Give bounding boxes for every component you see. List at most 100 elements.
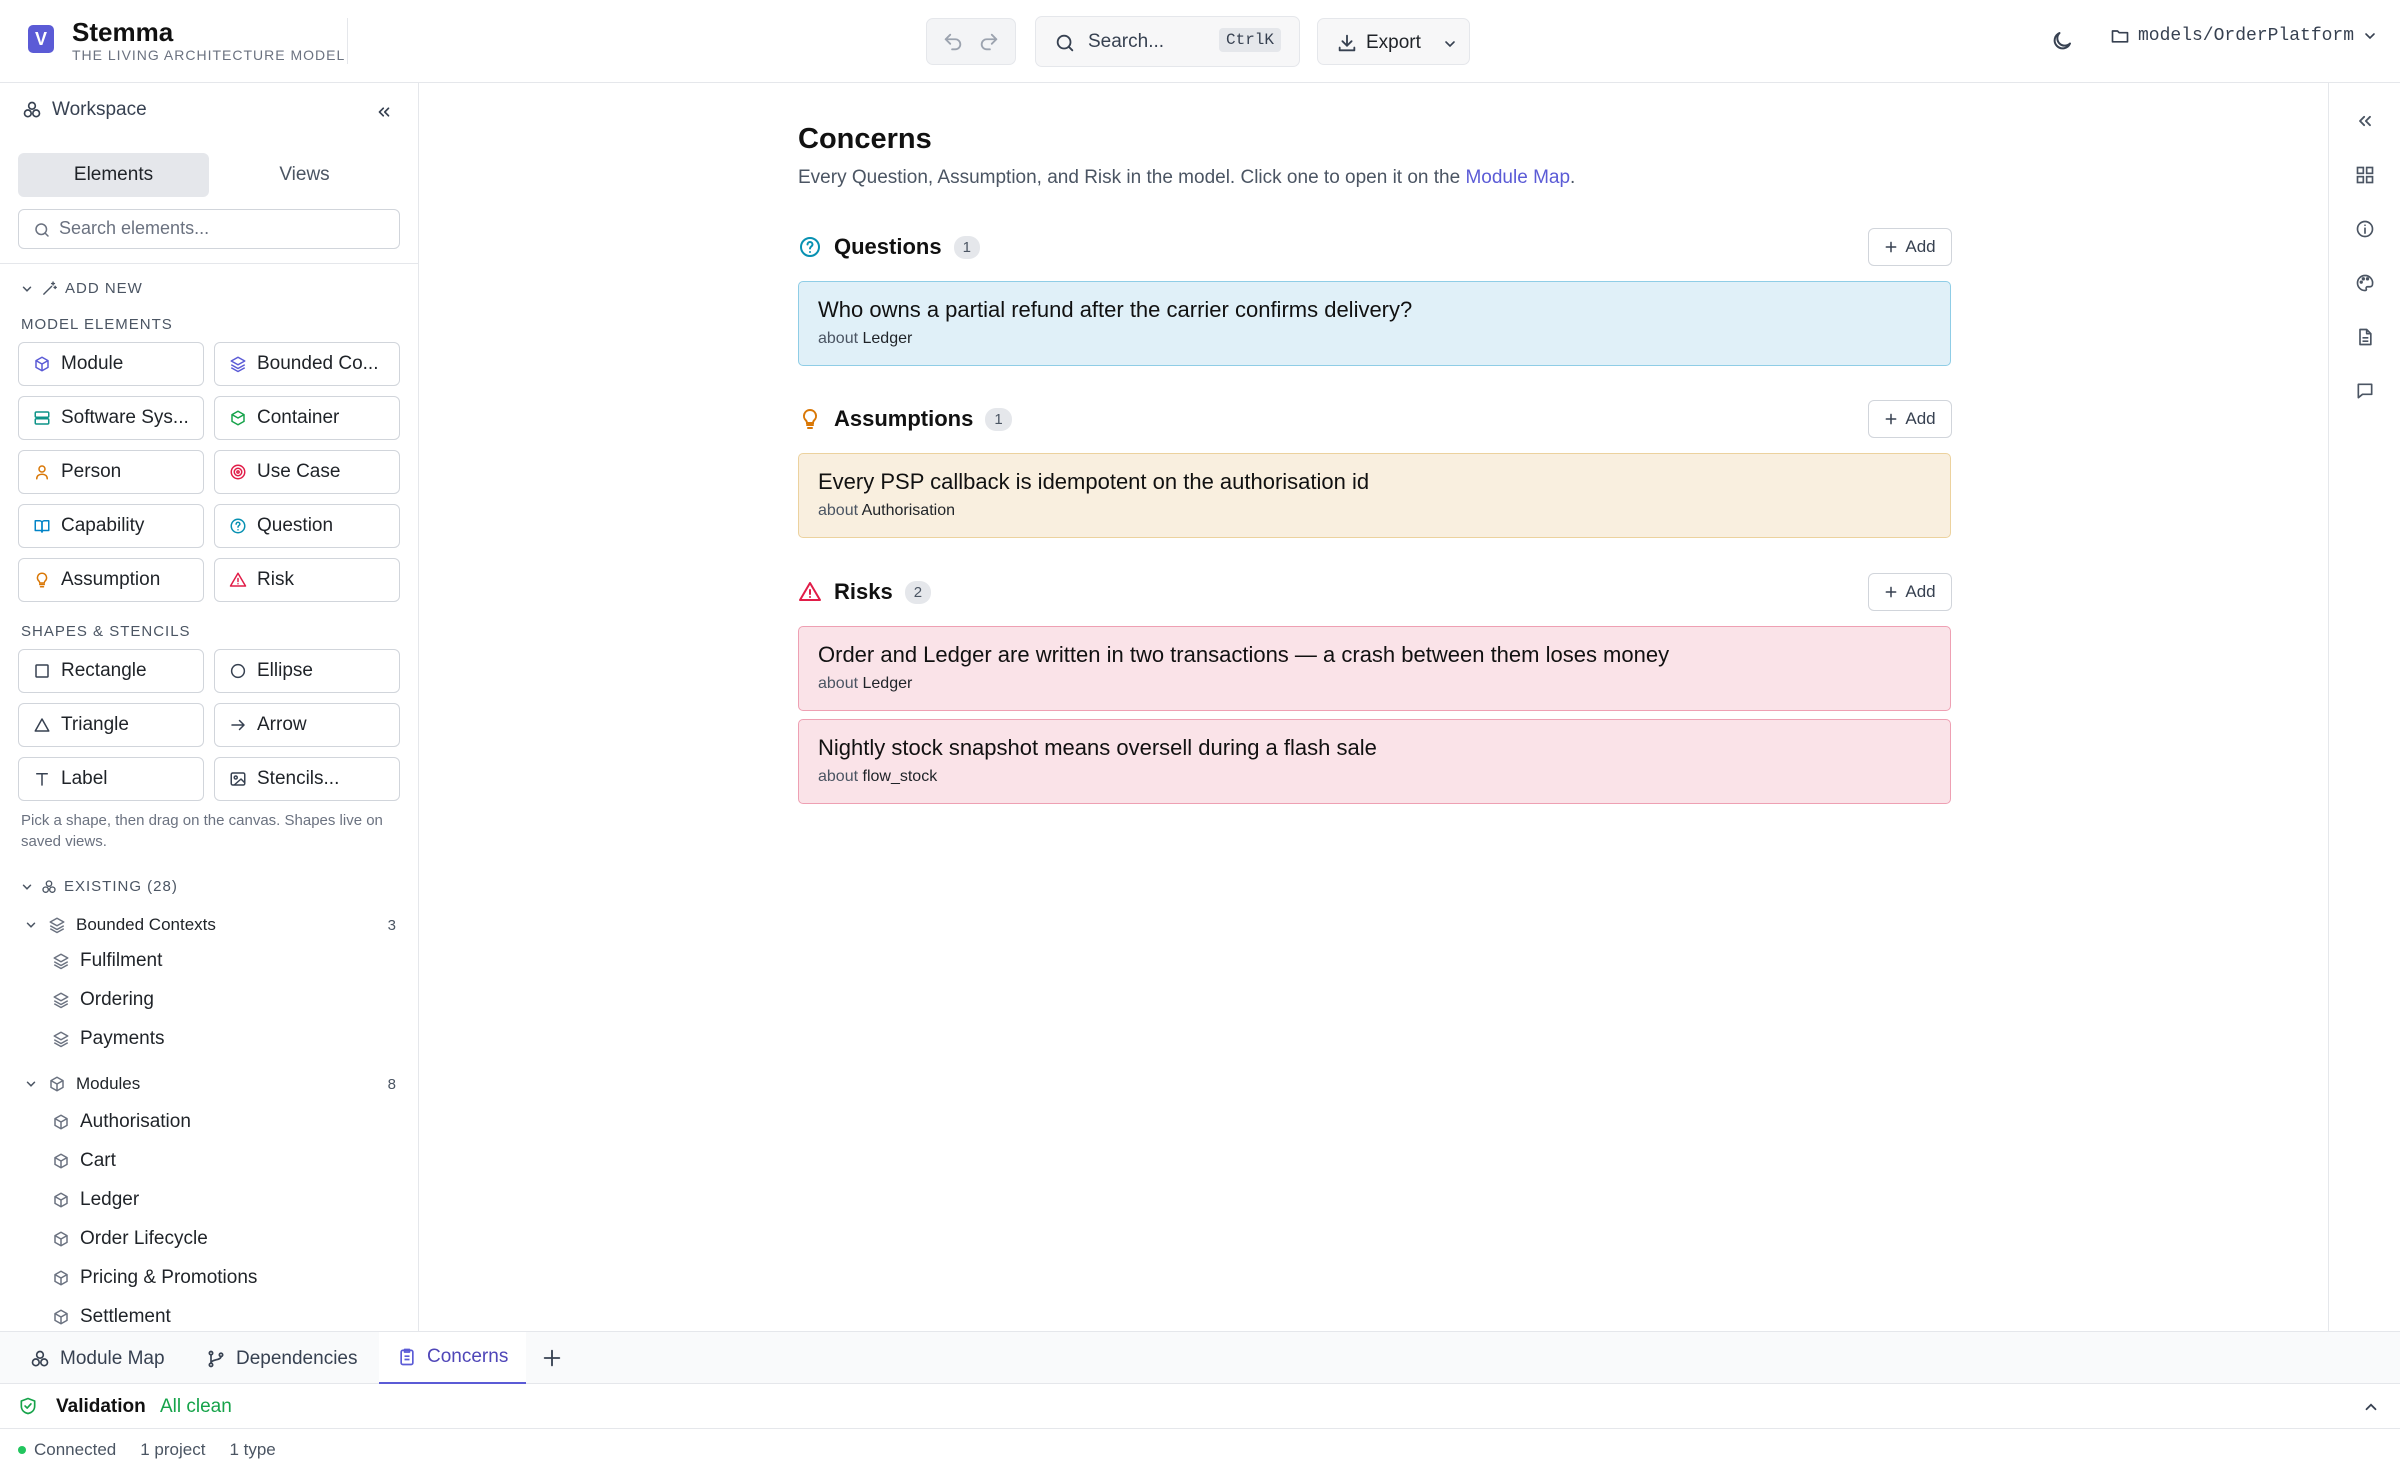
tree-item-authorisation[interactable]: Authorisation: [52, 1111, 191, 1133]
question-icon: [230, 518, 246, 534]
undo-redo-group: [926, 18, 1016, 65]
group-bounded-contexts[interactable]: Bounded Contexts 3: [24, 915, 396, 935]
add-software-system-button[interactable]: Software Sys...: [18, 396, 204, 440]
question-card[interactable]: Who owns a partial refund after the carr…: [798, 281, 1951, 366]
add-question-button[interactable]: Add: [1868, 228, 1952, 266]
existing-toggle[interactable]: EXISTING (28): [20, 878, 178, 895]
tree-item-label: Payments: [80, 1028, 165, 1049]
add-capability-button[interactable]: Capability: [18, 504, 204, 548]
grid-icon[interactable]: [2355, 165, 2375, 185]
group-count: 3: [387, 916, 396, 934]
model-path-selector[interactable]: models/OrderPlatform: [2110, 26, 2378, 46]
group-modules[interactable]: Modules 8: [24, 1074, 396, 1094]
workspace-header: Workspace: [22, 99, 147, 121]
add-ellipse-button[interactable]: Ellipse: [214, 649, 400, 693]
add-new-toggle[interactable]: ADD NEW: [20, 280, 143, 297]
plus-icon: [1885, 586, 1897, 598]
add-assumption-button[interactable]: Add: [1868, 400, 1952, 438]
collapse-sidebar-icon[interactable]: [375, 103, 393, 121]
tab-views[interactable]: Views: [209, 153, 400, 197]
add-triangle-button[interactable]: Triangle: [18, 703, 204, 747]
layers-icon: [53, 1031, 69, 1048]
add-person-button[interactable]: Person: [18, 450, 204, 494]
tree-item-ordering[interactable]: Ordering: [52, 989, 154, 1011]
add-module-button[interactable]: Module: [18, 342, 204, 386]
add-container-button[interactable]: Container: [214, 396, 400, 440]
count-badge: 2: [904, 580, 932, 604]
add-use-case-button[interactable]: Use Case: [214, 450, 400, 494]
risk-card[interactable]: Nightly stock snapshot means oversell du…: [798, 719, 1951, 804]
server-icon: [34, 411, 50, 425]
module-icon: [54, 1114, 68, 1130]
rectangle-icon: [35, 664, 49, 678]
group-label: Modules: [76, 1074, 141, 1093]
tree-item-ledger[interactable]: Ledger: [52, 1189, 139, 1211]
ellipse-icon: [230, 663, 246, 679]
arrow-icon: [231, 719, 245, 731]
tree-item-payments[interactable]: Payments: [52, 1028, 164, 1050]
app-tagline: THE LIVING ARCHITECTURE MODEL: [72, 47, 346, 63]
sidebar-tabs: Elements Views: [18, 153, 400, 197]
element-search: [18, 209, 400, 249]
app-logo[interactable]: V: [28, 25, 54, 53]
group-label: Bounded Contexts: [76, 915, 216, 934]
redo-icon[interactable]: [978, 31, 1000, 53]
image-icon: [230, 772, 246, 786]
export-button[interactable]: Export: [1317, 18, 1470, 65]
about-prefix: about: [818, 330, 859, 347]
undo-icon[interactable]: [942, 31, 964, 53]
about-target: Ledger: [862, 330, 913, 347]
tree-item-label: Cart: [80, 1150, 116, 1171]
add-label-button[interactable]: Label: [18, 757, 204, 801]
module-icon: [54, 1270, 68, 1286]
add-tab-icon[interactable]: [541, 1347, 563, 1369]
subtitle-suffix: .: [1570, 167, 1576, 188]
risk-card[interactable]: Order and Ledger are written in two tran…: [798, 626, 1951, 711]
shield-check-icon: [18, 1396, 38, 1416]
add-assumption-button[interactable]: Assumption: [18, 558, 204, 602]
chevron-up-icon[interactable]: [2362, 1398, 2380, 1416]
right-rail: [2328, 83, 2400, 1331]
tab-label: Dependencies: [236, 1347, 358, 1369]
add-risk-button[interactable]: Risk: [214, 558, 400, 602]
risks-header: Risks 2: [798, 579, 932, 605]
project-count: 1 project: [140, 1439, 206, 1459]
module-map-link[interactable]: Module Map: [1465, 167, 1570, 188]
palette-icon[interactable]: [2355, 273, 2375, 293]
chevron-down-icon: [22, 883, 32, 890]
comment-icon[interactable]: [2355, 381, 2375, 401]
add-bounded-context-button[interactable]: Bounded Co...: [214, 342, 400, 386]
tab-concerns[interactable]: Concerns: [379, 1332, 527, 1385]
tree-item-pricing-promotions[interactable]: Pricing & Promotions: [52, 1267, 257, 1289]
collapse-icon[interactable]: [2355, 111, 2375, 131]
assumption-card[interactable]: Every PSP callback is idempotent on the …: [798, 453, 1951, 538]
document-icon[interactable]: [2355, 327, 2375, 347]
model-elements-title: MODEL ELEMENTS: [21, 316, 173, 333]
tree-item-label: Authorisation: [80, 1111, 191, 1132]
global-search[interactable]: Search... CtrlK: [1035, 16, 1300, 67]
tree-item-settlement[interactable]: Settlement: [52, 1306, 171, 1328]
validation-bar[interactable]: Validation All clean: [0, 1384, 2400, 1429]
tree-item-cart[interactable]: Cart: [52, 1150, 116, 1172]
divider: [0, 263, 418, 264]
chevron-down-icon: [22, 285, 32, 292]
tab-module-map[interactable]: Module Map: [12, 1332, 183, 1385]
tab-elements[interactable]: Elements: [18, 153, 209, 197]
add-question-button[interactable]: Question: [214, 504, 400, 548]
view-tabs: Module Map Dependencies Concerns: [0, 1331, 2400, 1385]
chevron-down-icon: [26, 1081, 36, 1087]
tree-item-order-lifecycle[interactable]: Order Lifecycle: [52, 1228, 208, 1250]
theme-toggle-moon-icon[interactable]: [2050, 29, 2074, 53]
add-rectangle-button[interactable]: Rectangle: [18, 649, 204, 693]
stencils-button[interactable]: Stencils...: [214, 757, 400, 801]
tile-label: Bounded Co...: [257, 353, 379, 374]
layers-icon: [53, 953, 69, 970]
tab-dependencies[interactable]: Dependencies: [188, 1332, 375, 1385]
info-icon[interactable]: [2355, 219, 2375, 239]
tile-label: Assumption: [61, 569, 161, 590]
add-arrow-button[interactable]: Arrow: [214, 703, 400, 747]
element-search-input[interactable]: [59, 218, 379, 239]
concern-about: about flow_stock: [818, 768, 1931, 786]
tree-item-fulfilment[interactable]: Fulfilment: [52, 950, 162, 972]
add-risk-button[interactable]: Add: [1868, 573, 1952, 611]
